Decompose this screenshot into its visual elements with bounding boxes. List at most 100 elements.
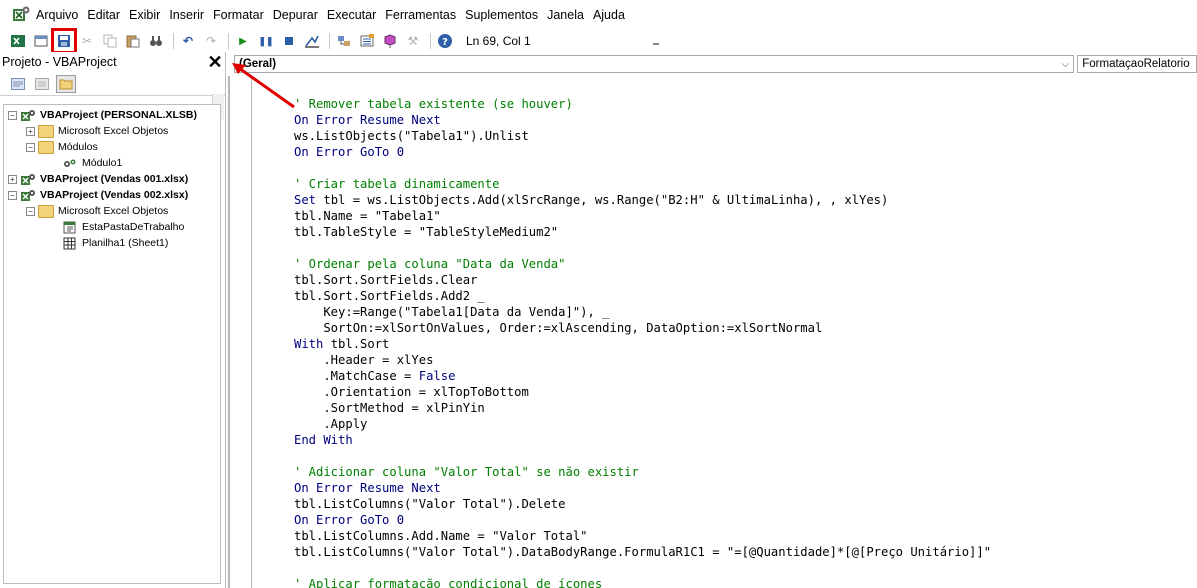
- code-comment: ' Aplicar formatação condicional de ícon…: [294, 577, 603, 588]
- project-explorer-button[interactable]: [334, 31, 354, 51]
- code-line[interactable]: SortOn:=xlSortOnValues, Order:=xlAscendi…: [294, 320, 991, 336]
- menu-janela[interactable]: Janela: [547, 8, 584, 22]
- code-line[interactable]: End With: [294, 432, 991, 448]
- code-line[interactable]: Set tbl = ws.ListObjects.Add(xlSrcRange,…: [294, 192, 991, 208]
- tree-node-modules[interactable]: − Módulos: [4, 139, 220, 155]
- project-explorer-title: Projeto - VBAProject: [2, 55, 117, 69]
- code-text-segment: .Apply: [294, 417, 368, 431]
- menu-exibir[interactable]: Exibir: [129, 8, 160, 22]
- collapse-icon[interactable]: −: [26, 142, 35, 152]
- toggle-folders-button[interactable]: [56, 74, 76, 93]
- code-line[interactable]: Key:=Range("Tabela1[Data da Venda]"), _: [294, 304, 991, 320]
- tree-node-vendas002-project[interactable]: − VBAProject (Vendas 002.xlsx): [4, 187, 220, 203]
- code-line[interactable]: With tbl.Sort: [294, 336, 991, 352]
- save-button[interactable]: [51, 28, 77, 54]
- collapse-icon[interactable]: −: [8, 110, 17, 120]
- properties-window-button[interactable]: [357, 31, 377, 51]
- paste-button[interactable]: [123, 31, 143, 51]
- menu-arquivo[interactable]: Arquivo: [36, 8, 78, 22]
- tree-node-personal-project[interactable]: − VBAProject (PERSONAL.XLSB): [4, 107, 220, 123]
- design-mode-button[interactable]: [302, 31, 322, 51]
- code-keyword: On Error Resume Next: [294, 481, 441, 495]
- tree-node-excel-objects[interactable]: − Microsoft Excel Objetos: [4, 203, 220, 219]
- code-line[interactable]: ' Remover tabela existente (se houver): [294, 96, 991, 112]
- tree-node-vendas001-project[interactable]: + VBAProject (Vendas 001.xlsx): [4, 171, 220, 187]
- code-line[interactable]: .SortMethod = xlPinYin: [294, 400, 991, 416]
- code-line[interactable]: ' Criar tabela dinamicamente: [294, 176, 991, 192]
- tree-node-excel-objects[interactable]: + Microsoft Excel Objetos: [4, 123, 220, 139]
- object-browser-button[interactable]: [380, 31, 400, 51]
- project-explorer-icon: [338, 36, 350, 46]
- cut-button[interactable]: ✂: [77, 31, 97, 51]
- code-line[interactable]: [294, 448, 991, 464]
- menu-executar[interactable]: Executar: [327, 8, 376, 22]
- code-line[interactable]: tbl.ListColumns.Add.Name = "Valor Total": [294, 528, 991, 544]
- help-button[interactable]: ?: [435, 31, 455, 51]
- view-object-button[interactable]: [32, 75, 52, 93]
- code-line[interactable]: ' Aplicar formatação condicional de ícon…: [294, 576, 991, 588]
- code-line[interactable]: .Orientation = xlTopToBottom: [294, 384, 991, 400]
- menu-formatar[interactable]: Formatar: [213, 8, 264, 22]
- reset-button[interactable]: [279, 31, 299, 51]
- code-line[interactable]: tbl.Name = "Tabela1": [294, 208, 991, 224]
- code-line[interactable]: tbl.Sort.SortFields.Add2 _: [294, 288, 991, 304]
- code-text[interactable]: ' Remover tabela existente (se houver) On…: [294, 96, 991, 588]
- expand-icon[interactable]: +: [26, 126, 35, 136]
- code-line[interactable]: On Error Resume Next: [294, 480, 991, 496]
- code-line[interactable]: On Error GoTo 0: [294, 144, 991, 160]
- code-line[interactable]: .Header = xlYes: [294, 352, 991, 368]
- code-line[interactable]: [294, 240, 991, 256]
- code-line[interactable]: [294, 160, 991, 176]
- close-icon[interactable]: ✕: [205, 53, 225, 71]
- code-line[interactable]: tbl.ListColumns("Valor Total").DataBodyR…: [294, 544, 991, 560]
- toolbox-button[interactable]: ⚒: [403, 31, 423, 51]
- code-line[interactable]: ' Adicionar coluna "Valor Total" se não …: [294, 464, 991, 480]
- excel-icon: [11, 35, 25, 47]
- code-line[interactable]: tbl.TableStyle = "TableStyleMedium2": [294, 224, 991, 240]
- tree-node-sheet1[interactable]: Planilha1 (Sheet1): [4, 235, 220, 251]
- code-line[interactable]: tbl.ListColumns("Valor Total").Delete: [294, 496, 991, 512]
- code-line[interactable]: ws.ListObjects("Tabela1").Unlist: [294, 128, 991, 144]
- code-line[interactable]: On Error Resume Next: [294, 112, 991, 128]
- code-text-segment: ws.ListObjects("Tabela1").Unlist: [294, 129, 529, 143]
- toolbar-options-grip[interactable]: [652, 31, 660, 51]
- code-editor[interactable]: ' Remover tabela existente (se houver) On…: [228, 76, 1197, 588]
- copy-button[interactable]: [100, 31, 120, 51]
- code-keyword: End With: [294, 433, 353, 447]
- undo-button[interactable]: ↶: [178, 31, 198, 51]
- code-line[interactable]: On Error GoTo 0: [294, 512, 991, 528]
- code-line[interactable]: tbl.Sort.SortFields.Clear: [294, 272, 991, 288]
- tree-node-label: VBAProject (Vendas 002.xlsx): [40, 189, 189, 201]
- menu-suplementos[interactable]: Suplementos: [465, 8, 538, 22]
- code-line[interactable]: ' Ordenar pela coluna "Data da Venda": [294, 256, 991, 272]
- code-line[interactable]: [294, 560, 991, 576]
- view-code-button[interactable]: [8, 75, 28, 93]
- object-dropdown[interactable]: (Geral) ⌵: [234, 55, 1075, 73]
- menu-ajuda[interactable]: Ajuda: [593, 8, 625, 22]
- cursor-position-indicator: Ln 69, Col 1: [460, 31, 650, 51]
- menu-ferramentas[interactable]: Ferramentas: [385, 8, 456, 22]
- menu-editar[interactable]: Editar: [87, 8, 120, 22]
- module-icon: [62, 157, 78, 170]
- help-icon: ?: [438, 34, 452, 48]
- copy-icon: [103, 34, 117, 48]
- worksheet-icon: [62, 237, 78, 250]
- view-excel-button[interactable]: [8, 31, 28, 51]
- menu-inserir[interactable]: Inserir: [169, 8, 204, 22]
- find-button[interactable]: [146, 31, 166, 51]
- margin-indicator-bar[interactable]: [230, 76, 252, 588]
- collapse-icon[interactable]: −: [8, 190, 17, 200]
- procedure-dropdown[interactable]: FormataçaoRelatorio: [1077, 55, 1197, 73]
- code-line[interactable]: .MatchCase = False: [294, 368, 991, 384]
- menu-depurar[interactable]: Depurar: [273, 8, 318, 22]
- insert-userform-button[interactable]: [31, 31, 51, 51]
- tree-node-workbook[interactable]: EstaPastaDeTrabalho: [4, 219, 220, 235]
- tree-node-modulo1[interactable]: Módulo1: [4, 155, 220, 171]
- break-button[interactable]: ❚❚: [256, 31, 276, 51]
- code-keyword: False: [418, 369, 456, 383]
- collapse-icon[interactable]: −: [26, 206, 35, 216]
- redo-button[interactable]: ↷: [201, 31, 221, 51]
- run-button[interactable]: ▶: [233, 31, 253, 51]
- code-line[interactable]: .Apply: [294, 416, 991, 432]
- expand-icon[interactable]: +: [8, 174, 17, 184]
